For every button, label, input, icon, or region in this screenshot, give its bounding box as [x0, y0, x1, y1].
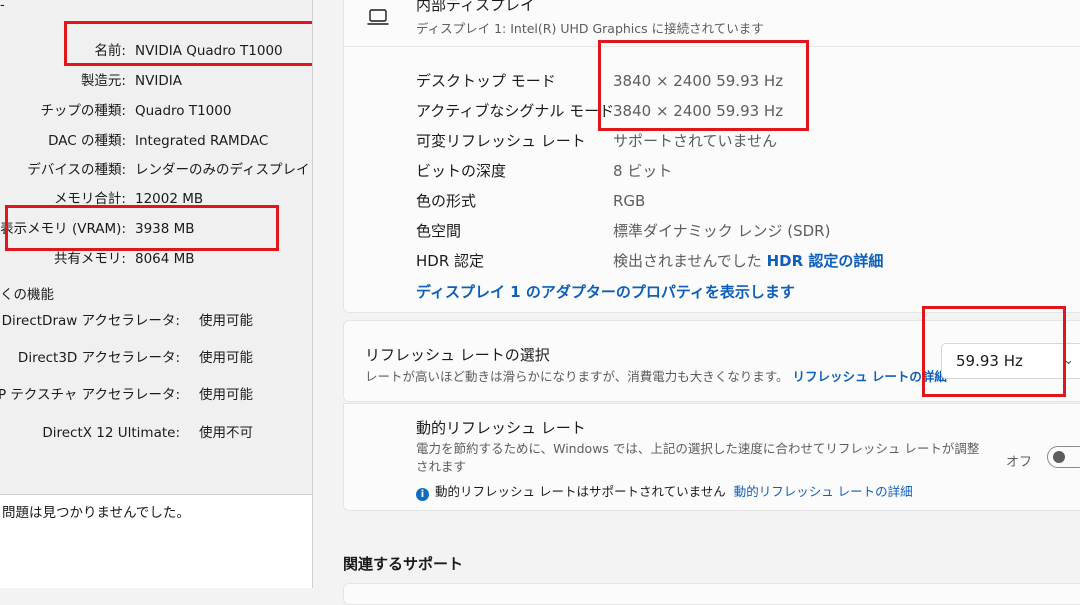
- prop-label: HDR 認定: [416, 252, 485, 270]
- related-support-heading: 関連するサポート: [343, 555, 464, 573]
- field-label: 共有メモリ:: [53, 251, 126, 267]
- prop-active-signal-mode: アクティブなシグナル モード 3840 × 2400 59.93 Hz: [416, 99, 1080, 123]
- dynamic-refresh-title: 動的リフレッシュ レート: [416, 419, 586, 437]
- field-value: レンダーのみのディスプレイ デバイ: [135, 162, 312, 178]
- field-value: NVIDIA Quadro T1000: [135, 43, 283, 59]
- hdr-details-link[interactable]: HDR 認定の詳細: [767, 252, 884, 270]
- prop-value: 3840 × 2400 59.93 Hz: [613, 102, 784, 120]
- feature-label: AGP テクスチャ アクセラレータ:: [0, 387, 180, 403]
- field-value: 8064 MB: [135, 251, 195, 267]
- field-value: 12002 MB: [135, 191, 204, 207]
- dynamic-refresh-details-link[interactable]: 動的リフレッシュ レートの詳細: [734, 484, 913, 499]
- notes-text: 問題は見つかりませんでした。: [2, 505, 190, 521]
- dxdiag-panel: - 名前: NVIDIA Quadro T1000 製造元: NVIDIA チッ…: [0, 0, 313, 588]
- field-value: 3938 MB: [135, 221, 195, 237]
- prop-label: ビットの深度: [416, 162, 507, 180]
- panel-edge-mark: -: [0, 0, 5, 13]
- dx-feature-agp: AGP テクスチャ アクセラレータ: 使用可能: [0, 385, 312, 405]
- field-value: Integrated RAMDAC: [135, 133, 269, 149]
- refresh-rate-description-text: レートが高いほど動きは滑らかになりますが、消費電力も大きくなります。: [365, 369, 789, 384]
- refresh-rate-dropdown[interactable]: 59.93 Hz ⌄: [941, 343, 1080, 379]
- adapter-properties-link[interactable]: ディスプレイ 1 のアダプターのプロパティを表示します: [416, 281, 795, 302]
- features-heading: くの機能: [0, 287, 54, 303]
- dynamic-refresh-info: i 動的リフレッシュ レートはサポートされていません 動的リフレッシュ レートの詳…: [416, 481, 913, 501]
- feature-value: 使用可能: [199, 387, 253, 403]
- dynamic-refresh-toggle[interactable]: [1047, 446, 1080, 468]
- display-info-card: 内部ディスプレイ ディスプレイ 1: Intel(R) UHD Graphics…: [343, 0, 1080, 313]
- feature-value: 使用可能: [199, 350, 253, 366]
- refresh-rate-title: リフレッシュ レートの選択: [365, 346, 550, 364]
- prop-value-text: 検出されませんでした: [613, 252, 762, 270]
- dynamic-refresh-info-text: 動的リフレッシュ レートはサポートされていません: [435, 484, 726, 499]
- feature-value: 使用可能: [199, 313, 253, 329]
- toggle-knob: [1053, 451, 1065, 463]
- field-label: チップの種類:: [40, 103, 126, 119]
- refresh-rate-details-link[interactable]: リフレッシュ レートの詳細: [793, 369, 947, 384]
- display-settings-panel: 内部ディスプレイ ディスプレイ 1: Intel(R) UHD Graphics…: [313, 0, 1080, 605]
- toggle-state-label: オフ: [1006, 455, 1033, 470]
- field-label: DAC の種類:: [48, 133, 126, 149]
- feature-label: Direct3D アクセラレータ:: [17, 350, 180, 366]
- prop-label: 色空間: [416, 222, 462, 240]
- field-label: 製造元:: [80, 73, 126, 89]
- dx-field-chip-type: チップの種類: Quadro T1000: [0, 101, 312, 121]
- prop-color-format: 色の形式 RGB: [416, 189, 1080, 213]
- field-label: 名前:: [94, 43, 126, 59]
- prop-value: 標準ダイナミック レンジ (SDR): [613, 222, 831, 240]
- field-value: NVIDIA: [135, 73, 182, 89]
- dx-field-dac-type: DAC の種類: Integrated RAMDAC: [0, 131, 312, 151]
- dx-field-total-memory: メモリ合計: 12002 MB: [0, 189, 312, 209]
- prop-bit-depth: ビットの深度 8 ビット: [416, 159, 1080, 183]
- dx-field-device-type: デバイスの種類: レンダーのみのディスプレイ デバイ: [0, 160, 312, 180]
- feature-label: DirectDraw アクセラレータ:: [1, 313, 180, 329]
- prop-label: 色の形式: [416, 192, 477, 210]
- refresh-rate-description: レートが高いほど動きは滑らかになりますが、消費電力も大きくなります。 リフレッシ…: [365, 366, 947, 385]
- prop-value: 8 ビット: [613, 162, 673, 180]
- prop-label: デスクトップ モード: [416, 72, 556, 90]
- field-value: Quadro T1000: [135, 103, 232, 119]
- dynamic-refresh-description: 電力を節約するために、Windows では、上記の選択した速度に合わせてリフレッ…: [416, 441, 980, 474]
- notes-box[interactable]: 問題は見つかりませんでした。: [0, 494, 312, 588]
- dx-feature-dx12-ultimate: DirectX 12 Ultimate: 使用不可: [0, 423, 312, 443]
- related-support-card: [343, 583, 1080, 605]
- prop-label: アクティブなシグナル モード: [416, 102, 615, 120]
- chevron-down-icon: ⌄: [1063, 353, 1074, 368]
- prop-value: サポートされていません: [613, 132, 778, 150]
- field-label: メモリ合計:: [53, 191, 126, 207]
- dx-feature-direct3d: Direct3D アクセラレータ: 使用可能: [0, 348, 312, 368]
- field-label: 表示メモリ (VRAM):: [0, 221, 126, 237]
- dx-field-vram: 表示メモリ (VRAM): 3938 MB: [0, 219, 312, 239]
- feature-value: 使用不可: [199, 425, 253, 441]
- dx-feature-directdraw: DirectDraw アクセラレータ: 使用可能: [0, 311, 312, 331]
- feature-label: DirectX 12 Ultimate:: [42, 425, 180, 441]
- divider: [344, 46, 1080, 47]
- display-connection-info: ディスプレイ 1: Intel(R) UHD Graphics に接続されていま…: [416, 21, 764, 36]
- dx-field-shared-memory: 共有メモリ: 8064 MB: [0, 249, 312, 269]
- prop-color-space: 色空間 標準ダイナミック レンジ (SDR): [416, 219, 1080, 243]
- prop-value: 検出されませんでした HDR 認定の詳細: [613, 249, 883, 273]
- laptop-icon: [367, 7, 389, 27]
- refresh-rate-selected: 59.93 Hz: [956, 352, 1023, 370]
- prop-hdr-certification: HDR 認定 検出されませんでした HDR 認定の詳細: [416, 249, 1080, 273]
- display-name: 内部ディスプレイ: [416, 0, 535, 14]
- dynamic-refresh-card: 動的リフレッシュ レート 電力を節約するために、Windows では、上記の選択…: [343, 403, 1080, 511]
- dx-field-name: 名前: NVIDIA Quadro T1000: [0, 41, 312, 61]
- prop-variable-refresh: 可変リフレッシュ レート サポートされていません: [416, 129, 1080, 153]
- prop-label: 可変リフレッシュ レート: [416, 132, 586, 150]
- dx-field-manufacturer: 製造元: NVIDIA: [0, 71, 312, 91]
- prop-desktop-mode: デスクトップ モード 3840 × 2400 59.93 Hz: [416, 69, 1080, 93]
- info-icon: i: [416, 488, 429, 501]
- refresh-rate-card: リフレッシュ レートの選択 レートが高いほど動きは滑らかになりますが、消費電力も…: [343, 320, 1080, 402]
- prop-value: 3840 × 2400 59.93 Hz: [613, 72, 784, 90]
- prop-value: RGB: [613, 192, 646, 210]
- field-label: デバイスの種類:: [27, 162, 126, 178]
